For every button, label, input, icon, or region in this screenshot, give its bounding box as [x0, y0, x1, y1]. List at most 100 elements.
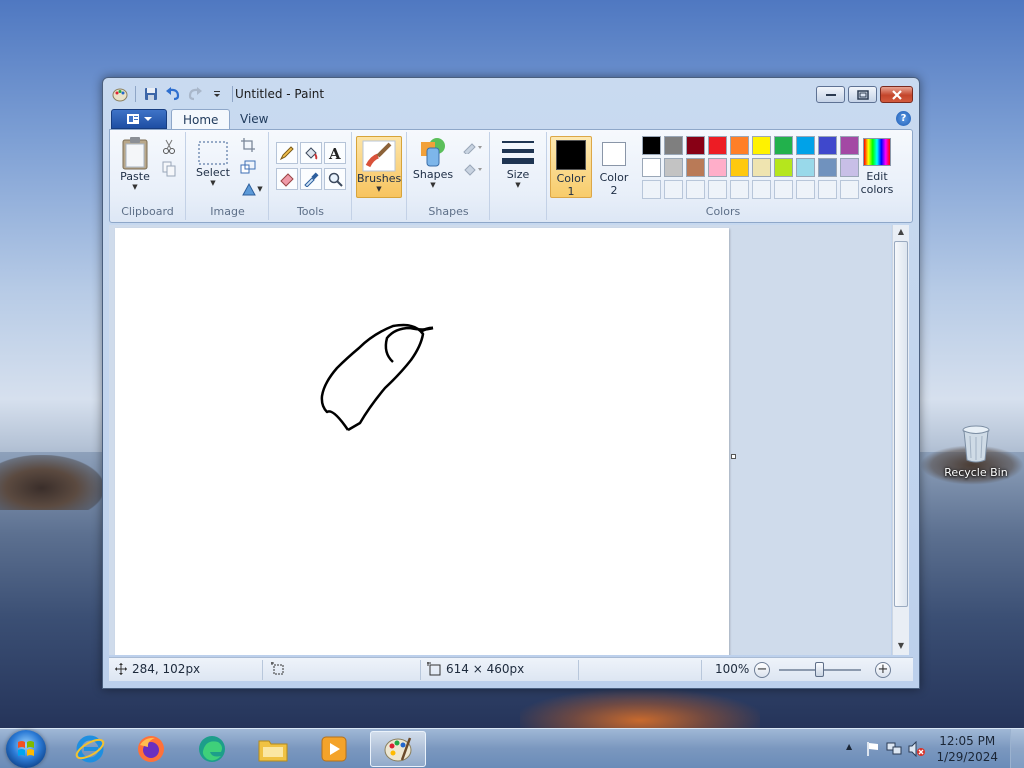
- close-button[interactable]: [880, 86, 913, 103]
- palette-custom-slot[interactable]: [664, 180, 683, 199]
- color2-button[interactable]: Color 2: [594, 136, 634, 198]
- palette-color-swatch[interactable]: [708, 158, 727, 177]
- network-icon[interactable]: [886, 741, 902, 757]
- palette-color-swatch[interactable]: [752, 158, 771, 177]
- size-button[interactable]: Size ▼: [497, 138, 539, 189]
- text-tool[interactable]: A: [324, 142, 346, 164]
- zoom-out-button[interactable]: −: [754, 662, 770, 678]
- clipboard-group-label: Clipboard: [121, 205, 174, 218]
- palette-color-swatch[interactable]: [796, 136, 815, 155]
- line-size-icon: [502, 141, 534, 164]
- crop-button[interactable]: [237, 134, 259, 156]
- taskbar-edge[interactable]: [184, 731, 240, 767]
- paint-app-icon[interactable]: [111, 85, 129, 103]
- action-center-flag-icon[interactable]: [866, 741, 880, 757]
- pencil-tool[interactable]: [276, 142, 298, 164]
- palette-color-swatch[interactable]: [664, 158, 683, 177]
- brushes-label: Brushes: [357, 172, 402, 185]
- quick-access-toolbar: [111, 84, 235, 104]
- file-menu-button[interactable]: [111, 109, 167, 129]
- color-picker-tool[interactable]: [300, 168, 322, 190]
- start-button[interactable]: [6, 730, 46, 768]
- outline-button[interactable]: [458, 136, 486, 158]
- palette-color-swatch[interactable]: [664, 136, 683, 155]
- canvas-resize-handle[interactable]: [731, 454, 736, 459]
- palette-custom-slot[interactable]: [730, 180, 749, 199]
- help-icon[interactable]: ?: [896, 111, 911, 126]
- paste-button[interactable]: Paste ▼: [114, 136, 156, 191]
- taskbar-firefox[interactable]: [123, 731, 179, 767]
- chevron-down-icon: [144, 117, 152, 121]
- save-icon[interactable]: [142, 85, 160, 103]
- palette-color-swatch[interactable]: [818, 158, 837, 177]
- tab-home[interactable]: Home: [171, 109, 231, 130]
- tools-group-label: Tools: [296, 205, 325, 218]
- cursor-position: 284, 102px: [115, 662, 200, 676]
- minimize-button[interactable]: [816, 86, 845, 103]
- palette-color-swatch[interactable]: [774, 136, 793, 155]
- palette-color-swatch[interactable]: [730, 158, 749, 177]
- clipboard-icon: [122, 137, 148, 170]
- palette-custom-slot[interactable]: [708, 180, 727, 199]
- status-divider: [262, 660, 263, 680]
- colors-group: Color 1 Color 2 Edit colors Colors: [548, 132, 904, 220]
- vertical-scrollbar[interactable]: ▲ ▼: [892, 225, 909, 655]
- palette-custom-slot[interactable]: [642, 180, 661, 199]
- show-hidden-icons-icon[interactable]: ▲: [846, 742, 852, 751]
- recycle-bin-label: Recycle Bin: [944, 466, 1008, 479]
- volume-muted-icon[interactable]: [908, 741, 926, 757]
- palette-custom-slot[interactable]: [752, 180, 771, 199]
- title-bar[interactable]: Untitled - Paint: [103, 78, 919, 108]
- maximize-button[interactable]: [848, 86, 877, 103]
- magnifier-tool[interactable]: [324, 168, 346, 190]
- palette-color-swatch[interactable]: [708, 136, 727, 155]
- taskbar-file-explorer[interactable]: [245, 731, 301, 767]
- recycle-bin-shortcut[interactable]: Recycle Bin: [940, 422, 1012, 492]
- palette-custom-slot[interactable]: [774, 180, 793, 199]
- taskbar-media-player[interactable]: [306, 731, 362, 767]
- palette-color-swatch[interactable]: [686, 136, 705, 155]
- palette-color-swatch[interactable]: [796, 158, 815, 177]
- palette-color-swatch[interactable]: [774, 158, 793, 177]
- copy-button[interactable]: [158, 158, 180, 180]
- edit-colors-button[interactable]: Edit colors: [854, 136, 900, 198]
- palette-color-swatch[interactable]: [818, 136, 837, 155]
- palette-color-swatch[interactable]: [730, 136, 749, 155]
- zoom-in-button[interactable]: +: [875, 662, 891, 678]
- scrollbar-thumb[interactable]: [894, 241, 908, 607]
- windows-logo-icon: [18, 741, 34, 756]
- scroll-up-icon[interactable]: ▲: [895, 227, 907, 239]
- color-spectrum-icon: [863, 138, 891, 166]
- tab-view[interactable]: View: [229, 109, 279, 130]
- show-desktop-button[interactable]: [1010, 729, 1024, 768]
- chevron-down-icon: ▼: [257, 185, 263, 193]
- chevron-down-icon: ▼: [210, 179, 216, 187]
- clock[interactable]: 12:05 PM 1/29/2024: [936, 733, 998, 765]
- customize-qat-icon[interactable]: [208, 85, 226, 103]
- drawing-canvas[interactable]: [115, 228, 729, 655]
- shapes-button[interactable]: Shapes ▼: [412, 136, 454, 189]
- undo-icon[interactable]: [164, 85, 182, 103]
- fill-button[interactable]: [458, 158, 486, 180]
- scroll-down-icon[interactable]: ▼: [895, 641, 907, 653]
- palette-custom-slot[interactable]: [796, 180, 815, 199]
- palette-color-swatch[interactable]: [642, 158, 661, 177]
- palette-color-swatch[interactable]: [686, 158, 705, 177]
- palette-custom-slot[interactable]: [686, 180, 705, 199]
- rotate-button[interactable]: ▼: [237, 178, 267, 200]
- brushes-button[interactable]: Brushes ▼: [356, 136, 402, 198]
- palette-color-swatch[interactable]: [642, 136, 661, 155]
- select-button[interactable]: Select ▼: [193, 140, 233, 187]
- resize-button[interactable]: [237, 156, 259, 178]
- clock-time: 12:05 PM: [939, 734, 996, 748]
- eraser-tool[interactable]: [276, 168, 298, 190]
- zoom-slider-thumb[interactable]: [815, 662, 824, 677]
- palette-custom-slot[interactable]: [818, 180, 837, 199]
- cut-button[interactable]: [158, 136, 180, 158]
- color1-button[interactable]: Color 1: [550, 136, 592, 198]
- fill-tool[interactable]: [300, 142, 322, 164]
- palette-color-swatch[interactable]: [752, 136, 771, 155]
- taskbar-internet-explorer[interactable]: [62, 731, 118, 767]
- redo-icon[interactable]: [186, 85, 204, 103]
- taskbar-paint[interactable]: [370, 731, 426, 767]
